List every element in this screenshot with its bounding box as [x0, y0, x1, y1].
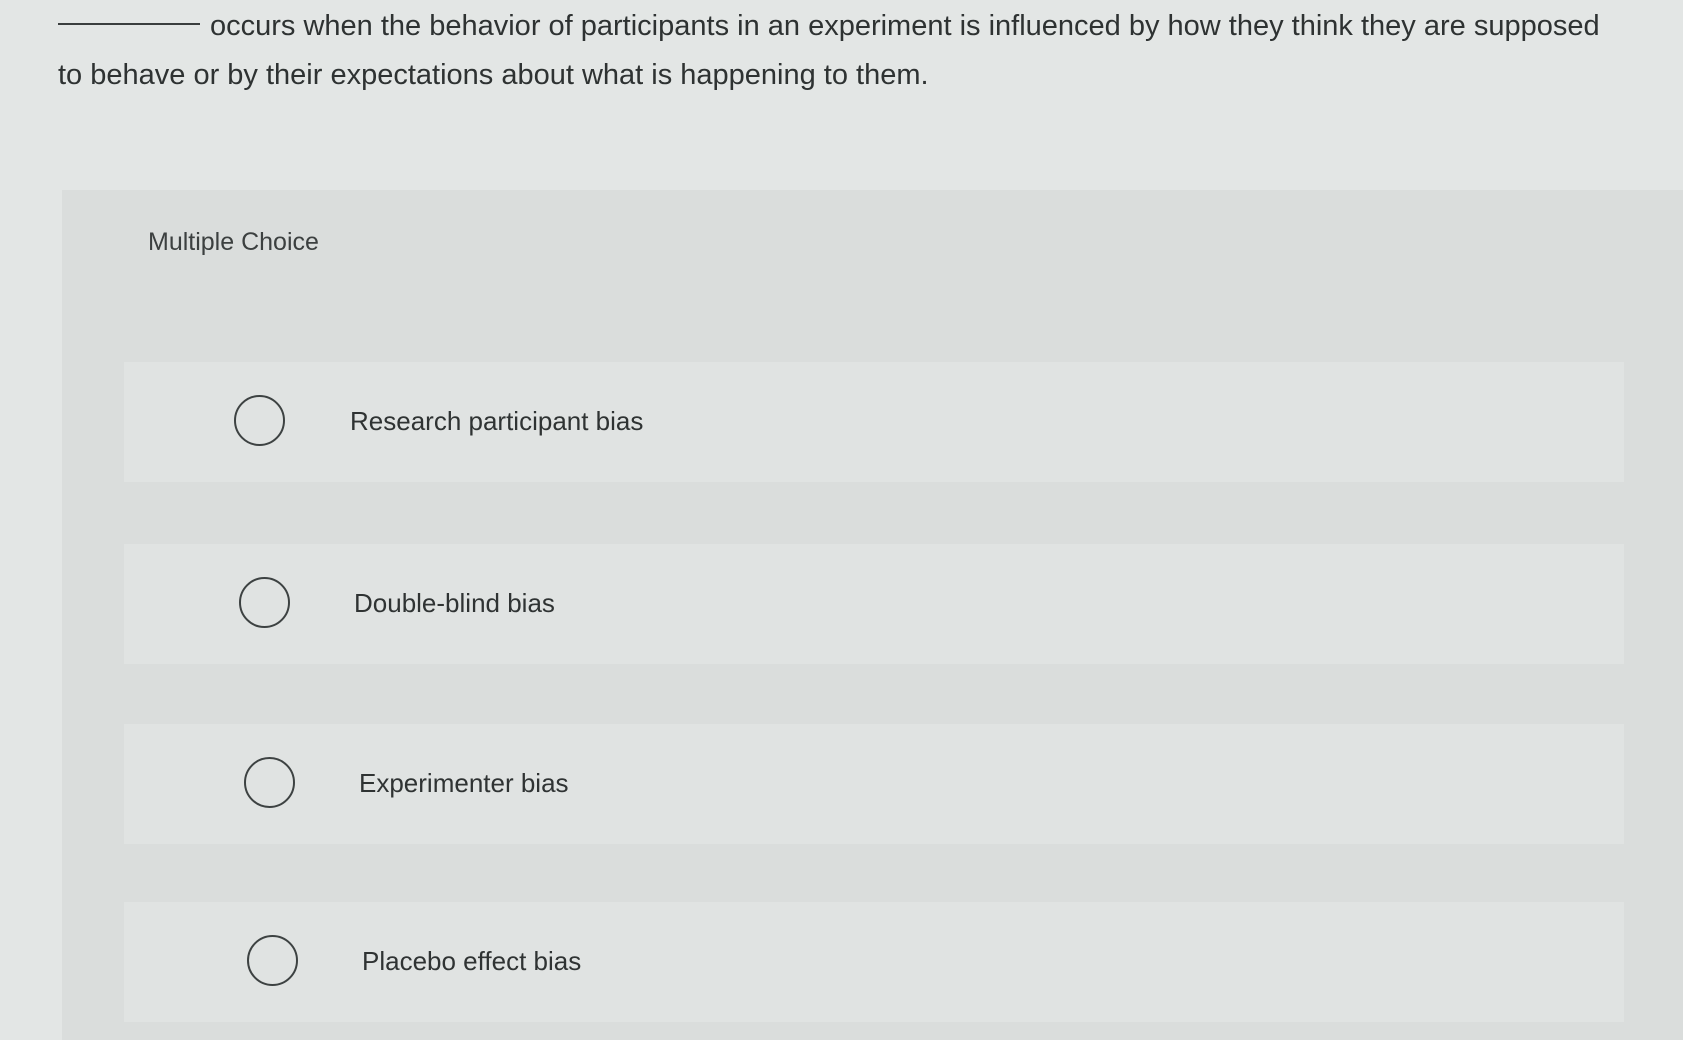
option-placebo-effect-bias[interactable]: Placebo effect bias	[124, 902, 1624, 1022]
option-label: Experimenter bias	[359, 768, 569, 798]
radio-button[interactable]	[247, 935, 298, 986]
option-experimenter-bias[interactable]: Experimenter bias	[124, 724, 1624, 844]
answer-blank	[58, 23, 200, 25]
option-label: Research participant bias	[350, 406, 644, 436]
radio-button[interactable]	[239, 577, 290, 628]
radio-button[interactable]	[234, 395, 285, 446]
question-text: occurs when the behavior of participants…	[58, 2, 1628, 100]
option-double-blind-bias[interactable]: Double-blind bias	[124, 544, 1624, 664]
option-label: Double-blind bias	[354, 588, 555, 618]
multiple-choice-label: Multiple Choice	[148, 228, 319, 256]
option-research-participant-bias[interactable]: Research participant bias	[124, 362, 1624, 482]
answer-panel: Multiple Choice Research participant bia…	[62, 190, 1683, 1040]
radio-button[interactable]	[244, 757, 295, 808]
option-label: Placebo effect bias	[362, 946, 582, 976]
question-body: occurs when the behavior of participants…	[58, 10, 1600, 91]
